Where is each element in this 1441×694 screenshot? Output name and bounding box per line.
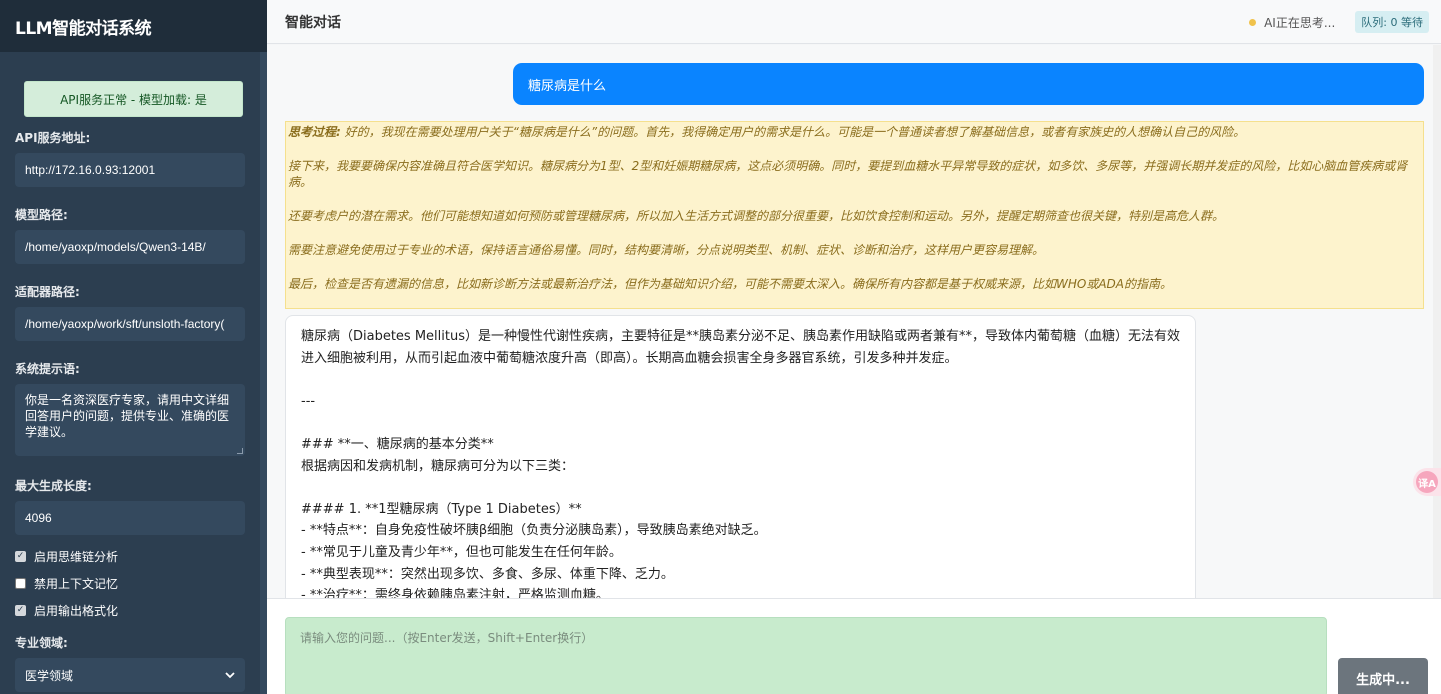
chat-header: 智能对话 AI正在思考... 队列: 0 等待 — [267, 0, 1441, 44]
status-dot-icon — [1249, 18, 1257, 26]
answer-bullet: - **常见于儿童及青少年**，但也可能发生在任何年龄。 — [301, 544, 622, 560]
thinking-paragraph: 最后，检查是否有遗漏的信息，比如新诊断方法或最新治疗法，但作为基础知识介绍，可能… — [288, 277, 1172, 291]
option-label: 启用思维链分析 — [34, 550, 119, 564]
translate-float-button[interactable]: 译A — [1413, 468, 1441, 496]
thinking-paragraph: 思考过程: 好的，我现在需要处理用户关于“糖尿病是什么”的问题。首先，我得确定用… — [288, 125, 1246, 139]
max-length-label: 最大生成长度: — [15, 479, 92, 493]
chat-input-placeholder: 请输入您的问题...（按Enter发送，Shift+Enter换行） — [300, 631, 594, 645]
main-panel: 智能对话 AI正在思考... 队列: 0 等待 糖尿病是什么 思考过程: 好的，… — [267, 0, 1441, 694]
input-area: 请输入您的问题...（按Enter发送，Shift+Enter换行） 生成中..… — [267, 598, 1441, 694]
header-status: AI正在思考... 队列: 0 等待 — [1249, 0, 1429, 44]
option-disable-context[interactable]: 禁用上下文记忆 — [15, 570, 252, 597]
thinking-paragraph: 还要考虑户的潜在需求。他们可能想知道如何预防或管理糖尿病，所以加入生活方式调整的… — [288, 209, 1225, 223]
domain-select[interactable]: 医学领域 — [15, 658, 245, 692]
api-url-input[interactable]: http://172.16.0.93:12001 — [15, 153, 245, 187]
answer-bullet: - **特点**：自身免疫性破坏胰β细胞（负责分泌胰岛素），导致胰岛素绝对缺乏。 — [301, 523, 767, 539]
adapter-path-label: 适配器路径: — [15, 285, 80, 299]
thinking-label: 思考过程: — [288, 125, 341, 139]
api-url-label: API服务地址: — [15, 131, 91, 145]
sidebar-header: LLM智能对话系统 — [0, 0, 267, 52]
thinking-status: AI正在思考... — [1264, 15, 1336, 30]
assistant-message: 糖尿病（Diabetes Mellitus）是一种慢性代谢性疾病，主要特征是**… — [285, 315, 1196, 598]
adapter-path-input[interactable]: /home/yaoxp/work/sft/unsloth-factory( — [15, 307, 245, 341]
translate-icon: 译A — [1416, 471, 1438, 493]
user-message: 糖尿病是什么 — [513, 63, 1424, 105]
option-output-format[interactable]: ✓ 启用输出格式化 — [15, 597, 252, 624]
thinking-paragraph: 需要注意避免使用过于专业的术语，保持语言通俗易懂。同时，结构要清晰，分点说明类型… — [288, 243, 1045, 257]
system-prompt-textarea[interactable]: 你是一名资深医疗专家，请用中文详细回答用户的问题，提供专业、准确的医学建议。 — [15, 384, 245, 456]
option-label: 禁用上下文记忆 — [34, 577, 119, 591]
chat-scrollbar[interactable] — [1433, 45, 1441, 598]
answer-bullet: - **治疗**：需终身依赖胰岛素注射，严格监测血糖。 — [301, 588, 609, 598]
domain-selected-value: 医学领域 — [25, 668, 74, 683]
model-path-input[interactable]: /home/yaoxp/models/Qwen3-14B/ — [15, 230, 245, 264]
checkbox-unchecked-icon[interactable] — [15, 578, 26, 589]
option-chain-of-thought[interactable]: ✓ 启用思维链分析 — [15, 543, 252, 570]
sidebar: LLM智能对话系统 API服务正常 - 模型加载: 是 API服务地址: htt… — [0, 0, 267, 694]
domain-label: 专业领域: — [15, 636, 68, 650]
resize-grip-icon[interactable] — [237, 448, 243, 454]
checkbox-checked-icon[interactable]: ✓ — [15, 605, 26, 616]
queue-badge: 队列: 0 等待 — [1355, 11, 1429, 33]
chat-input[interactable]: 请输入您的问题...（按Enter发送，Shift+Enter换行） — [285, 617, 1327, 694]
answer-bullet: - **典型表现**：突然出现多饮、多食、多尿、体重下降、乏力。 — [301, 566, 674, 582]
system-prompt-label: 系统提示语: — [15, 362, 80, 376]
thinking-paragraph: 接下来，我要要确保内容准确且符合医学知识。糖尿病分为1型、2型和妊娠期糖尿病，这… — [288, 159, 1408, 189]
answer-separator: --- — [301, 393, 316, 409]
model-path-label: 模型路径: — [15, 208, 68, 222]
chat-messages[interactable]: 糖尿病是什么 思考过程: 好的，我现在需要处理用户关于“糖尿病是什么”的问题。首… — [267, 45, 1441, 598]
answer-heading-desc: 根据病因和发病机制，糖尿病可分为以下三类： — [301, 458, 575, 474]
answer-heading-4: #### 1. **1型糖尿病（Type 1 Diabetes）** — [301, 501, 582, 517]
app-title: LLM智能对话系统 — [15, 18, 152, 39]
option-label: 启用输出格式化 — [34, 604, 119, 618]
answer-heading-3: ### **一、糖尿病的基本分类** — [301, 436, 494, 452]
system-prompt-text: 你是一名资深医疗专家，请用中文详细回答用户的问题，提供专业、准确的医学建议。 — [25, 393, 230, 439]
max-length-input[interactable]: 4096 — [15, 501, 245, 535]
answer-intro: 糖尿病（Diabetes Mellitus）是一种慢性代谢性疾病，主要特征是**… — [301, 329, 1180, 366]
send-button[interactable]: 生成中... — [1338, 658, 1428, 694]
page-title: 智能对话 — [285, 14, 341, 31]
api-status-badge: API服务正常 - 模型加载: 是 — [24, 81, 243, 117]
sidebar-settings: API服务正常 - 模型加载: 是 API服务地址: http://172.16… — [0, 52, 267, 694]
checkbox-checked-icon[interactable]: ✓ — [15, 551, 26, 562]
chevron-down-icon — [225, 672, 235, 679]
thinking-process-block: 思考过程: 好的，我现在需要处理用户关于“糖尿病是什么”的问题。首先，我得确定用… — [285, 121, 1424, 309]
